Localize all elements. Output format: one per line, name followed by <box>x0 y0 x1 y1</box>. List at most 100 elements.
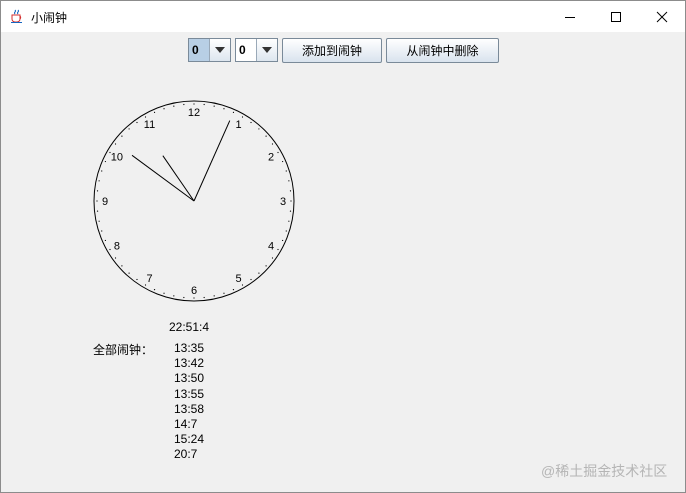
clock-number: 8 <box>114 241 120 253</box>
minute-tick <box>290 200 292 202</box>
minute-tick <box>277 151 279 154</box>
minute-tick <box>153 289 156 291</box>
clock-number: 5 <box>235 273 241 285</box>
clock-number: 6 <box>191 285 197 297</box>
minute-tick <box>101 230 103 232</box>
minute-tick <box>128 272 130 274</box>
alarm-list-item: 13:55 <box>174 386 205 401</box>
current-time: 22:51:4 <box>169 320 210 334</box>
minute-tick <box>121 265 123 267</box>
second-hand <box>193 120 231 202</box>
minute-tick <box>183 103 185 106</box>
alarm-list-item: 20:7 <box>174 447 198 462</box>
minute-tick <box>258 128 260 130</box>
minute-tick <box>265 265 267 267</box>
minute-tick <box>271 143 274 145</box>
minute-tick <box>173 105 175 107</box>
minimize-button[interactable] <box>547 1 593 32</box>
close-icon <box>656 11 668 22</box>
minute-tick <box>104 160 106 163</box>
minute-tick <box>258 272 260 274</box>
minute-tick <box>282 239 284 242</box>
maximize-button[interactable] <box>593 1 639 32</box>
chevron-down-icon <box>215 47 225 53</box>
clock-number: 2 <box>268 152 274 164</box>
minute-tick <box>289 190 292 192</box>
minute-tick <box>265 135 267 137</box>
clock-number: 12 <box>188 107 200 119</box>
hour-select-arrow[interactable] <box>209 39 230 61</box>
minute-tick <box>104 239 106 242</box>
minute-tick <box>183 296 185 299</box>
minute-tick <box>96 190 99 192</box>
minute-tick <box>144 116 147 118</box>
hour-hand <box>162 155 195 202</box>
hour-select[interactable]: 0 <box>188 38 231 62</box>
minute-tick <box>285 170 287 172</box>
minute-tick <box>98 180 100 182</box>
alarm-list: 13:35 13:42 13:50 13:55 13:58 14:7 15:24 20:7 <box>174 341 204 463</box>
alarm-list-item: 13:58 <box>174 401 205 416</box>
minute-tick <box>163 292 165 294</box>
minute-tick <box>250 121 252 124</box>
minute-tick <box>114 257 117 259</box>
alarms-label: 全部闹钟： <box>93 343 154 357</box>
close-button[interactable] <box>639 1 685 32</box>
minute-tick <box>250 278 252 281</box>
minute-tick <box>136 278 138 281</box>
alarm-list-item: 13:35 <box>174 341 205 355</box>
minute-tick <box>223 108 225 110</box>
minute-tick <box>213 105 215 107</box>
minute-tick <box>277 248 279 251</box>
clock-number: 9 <box>102 196 108 208</box>
minute-tick <box>241 284 244 286</box>
clock-number: 1 <box>235 119 241 131</box>
minute-tick <box>128 128 130 130</box>
alarm-list-item: 14:7 <box>174 416 198 431</box>
minute-tick <box>241 116 244 118</box>
minute-tick <box>223 292 225 294</box>
minute-tick <box>96 210 99 212</box>
minute-tick <box>101 170 103 172</box>
minute-select-value: 0 <box>236 39 256 61</box>
alarm-list-item: 15:24 <box>174 432 205 447</box>
java-coffee-cup-icon <box>9 8 25 24</box>
minute-tick <box>285 230 287 232</box>
add-alarm-button[interactable]: 添加到闹钟 <box>282 38 382 63</box>
minute-tick <box>96 200 98 202</box>
remove-alarm-button[interactable]: 从闹钟中删除 <box>386 38 499 63</box>
minute-tick <box>289 210 292 212</box>
minute-tick <box>203 103 205 106</box>
minute-tick <box>163 108 165 110</box>
window-title: 小闹钟 <box>31 11 68 25</box>
hour-select-value: 0 <box>189 39 209 61</box>
analog-clock: 121234567891011 <box>93 100 295 302</box>
minute-tick <box>213 295 215 297</box>
minimize-icon <box>565 16 575 18</box>
maximize-icon <box>611 11 621 22</box>
minute-tick <box>288 220 290 222</box>
clock-number: 7 <box>146 273 152 285</box>
minute-tick <box>282 160 284 163</box>
minute-tick <box>193 297 195 299</box>
minute-tick <box>232 111 235 113</box>
minute-tick <box>121 135 123 137</box>
minute-hand <box>131 154 195 202</box>
title-bar[interactable]: 小闹钟 <box>1 1 685 32</box>
alarm-list-item: 13:42 <box>174 356 205 371</box>
chevron-down-icon <box>262 47 272 53</box>
app-window: 小闹钟 0 0 添加到闹钟 从闹钟中删除 12 1 2 3 4 5 6 7 8 9 10 11 <box>0 0 686 493</box>
minute-tick <box>271 257 274 259</box>
minute-select-arrow[interactable] <box>256 39 277 61</box>
minute-tick <box>173 295 175 297</box>
clock-number: 4 <box>268 241 274 253</box>
minute-select[interactable]: 0 <box>235 38 278 62</box>
minute-tick <box>232 289 235 291</box>
clock-number: 11 <box>144 119 155 131</box>
minute-tick <box>203 296 205 299</box>
minute-tick <box>114 143 117 145</box>
alarm-list-item: 13:50 <box>174 371 205 386</box>
minute-tick <box>98 220 100 222</box>
minute-tick <box>153 111 156 113</box>
minute-tick <box>136 121 138 124</box>
